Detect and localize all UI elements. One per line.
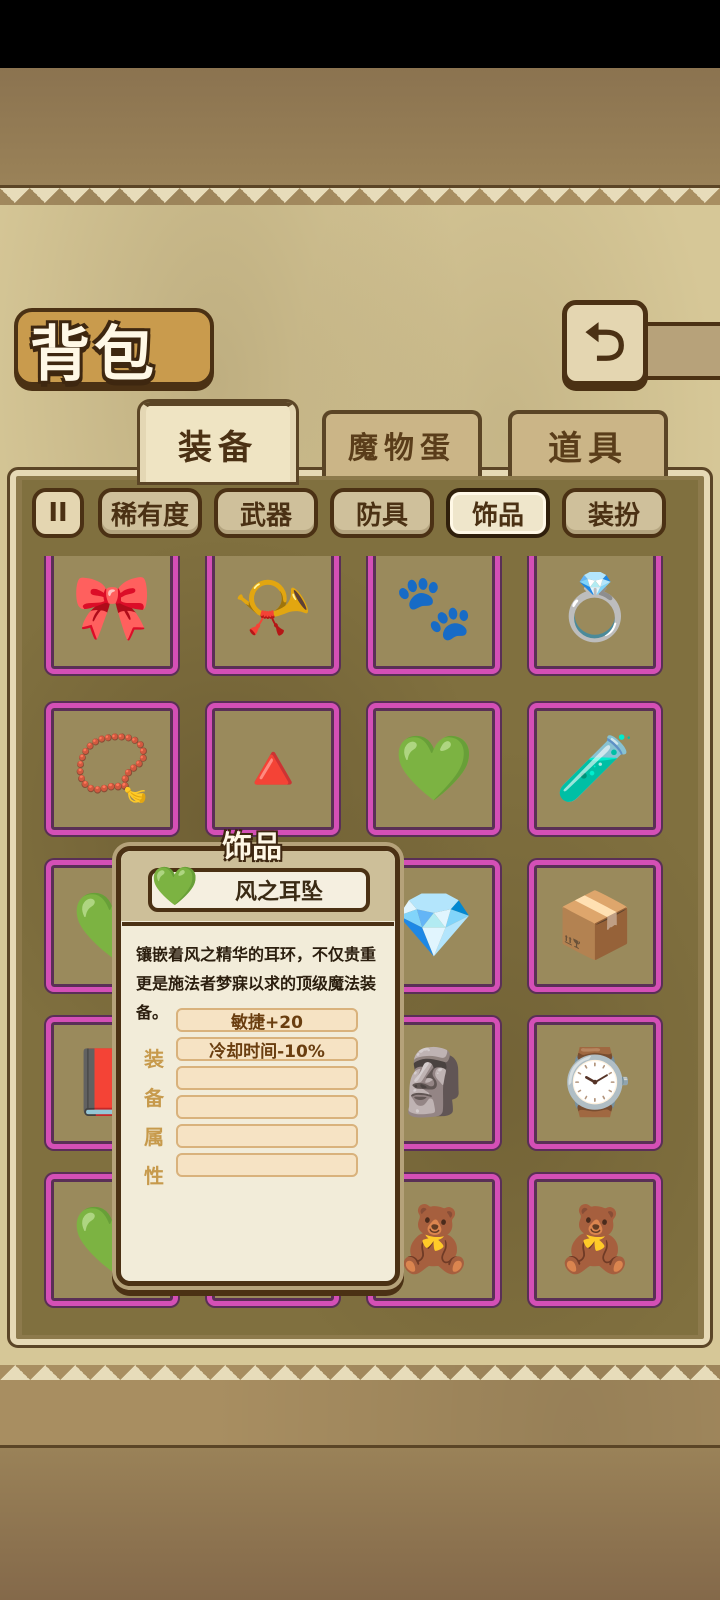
tab-equipment-label: 装备 — [178, 427, 258, 468]
tab-items-label: 道具 — [548, 428, 628, 469]
item-slot[interactable]: 🔺 — [207, 703, 339, 835]
zigzag-border-bottom — [0, 1350, 720, 1380]
item-slot[interactable]: 🐾 — [368, 556, 500, 674]
item-slot[interactable]: 🧪 — [529, 703, 661, 835]
pocket-watch-icon: ⌚ — [555, 1046, 635, 1120]
triangle-eye-icon: 🔺 — [233, 732, 313, 806]
pause-bars-icon: II — [48, 498, 68, 528]
attribute-row: 敏捷+20 — [176, 1008, 358, 1033]
tab-monster-egg-label: 魔物蛋 — [348, 431, 456, 466]
tab-equipment[interactable]: 装备 — [137, 399, 299, 485]
tab-monster-egg[interactable]: 魔物蛋 — [322, 410, 482, 476]
back-arrow-icon: ⮌ — [584, 313, 626, 373]
earring-icon: 💚 — [151, 863, 199, 908]
tooltip-item-name-text: 风之耳坠 — [234, 880, 323, 905]
bottle-fairy-icon: 🧪 — [555, 732, 635, 806]
attributes-label: 装 备 属 性 — [142, 1040, 166, 1196]
filter-label: 武器 — [239, 500, 292, 531]
necklace-icon: 📿 — [72, 732, 152, 806]
filter-rarity-button[interactable]: 稀有度 — [98, 488, 202, 538]
map-strip-bottom — [0, 1445, 720, 1600]
attribute-row — [176, 1153, 358, 1177]
attributes-label-char: 属 — [144, 1125, 164, 1149]
tooltip-category: 饰品 — [222, 830, 282, 865]
attributes-label-char: 性 — [144, 1164, 164, 1188]
item-slot[interactable]: 🎀 — [46, 556, 178, 674]
item-slot[interactable]: 📯 — [207, 556, 339, 674]
attribute-row — [176, 1095, 358, 1119]
ring-icon: 💍 — [555, 571, 635, 645]
attribute-row: 冷却时间-10% — [176, 1037, 358, 1062]
item-slot[interactable]: 💚 — [368, 703, 500, 835]
filter-label: 防具 — [355, 500, 408, 531]
earring-icon: 💚 — [394, 732, 474, 806]
attribute-row — [176, 1124, 358, 1148]
item-slot[interactable]: 📿 — [46, 703, 178, 835]
tab-items[interactable]: 道具 — [508, 410, 668, 476]
zigzag-border-top — [0, 188, 720, 218]
filter-accessory-button[interactable]: 饰品 — [446, 488, 550, 538]
filter-label: 装扮 — [587, 500, 640, 531]
cat-paw-icon: 🐾 — [394, 571, 474, 645]
item-slot[interactable]: 🧸 — [529, 1174, 661, 1306]
page-title: 背包 — [30, 320, 158, 390]
filter-label: 饰品 — [471, 500, 524, 531]
wooden-chest-icon: 📦 — [555, 889, 635, 963]
attributes-label-char: 装 — [144, 1047, 164, 1071]
item-slot[interactable]: 💍 — [529, 556, 661, 674]
horn-icon: 📯 — [233, 571, 313, 645]
doll-icon: 🧸 — [394, 1203, 474, 1277]
attribute-row — [176, 1066, 358, 1090]
filter-label: 稀有度 — [110, 500, 189, 531]
filter-costume-button[interactable]: 装扮 — [562, 488, 666, 538]
filter-weapon-button[interactable]: 武器 — [214, 488, 318, 538]
doll-icon: 🧸 — [555, 1203, 635, 1277]
item-slot[interactable]: 📦 — [529, 860, 661, 992]
back-button[interactable]: ⮌ — [562, 300, 648, 386]
attributes-label-char: 备 — [144, 1086, 164, 1110]
dark-crystal-icon: 💎 — [394, 889, 474, 963]
back-button-rail — [640, 322, 720, 380]
knot-tassel-icon: 🎀 — [72, 571, 152, 645]
map-strip-top — [0, 68, 720, 188]
status-bar — [0, 0, 720, 68]
filter-toggle-button[interactable]: II — [32, 488, 84, 538]
filter-armor-button[interactable]: 防具 — [330, 488, 434, 538]
tooltip-divider — [122, 922, 394, 926]
item-slot[interactable]: ⌚ — [529, 1017, 661, 1149]
stone-tablet-icon: 🗿 — [394, 1046, 474, 1120]
